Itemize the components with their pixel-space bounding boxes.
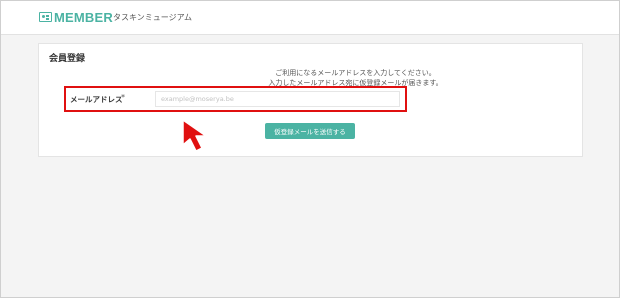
site-logo[interactable]: MEMBER xyxy=(39,9,113,25)
help-text: ご利用になるメールアドレスを入力してください。 入力したメールアドレス宛に仮登録… xyxy=(39,68,582,88)
arrow-cursor-icon xyxy=(182,119,207,152)
browser-frame: MEMBER タスキンミュージアム 会員登録 ご利用になるメールアドレスを入力し… xyxy=(0,0,620,298)
site-header: MEMBER タスキンミュージアム xyxy=(1,1,619,35)
email-highlight-box xyxy=(64,86,407,112)
page-title: 会員登録 xyxy=(49,54,86,64)
museum-name: タスキンミュージアム xyxy=(113,13,193,22)
send-provisional-email-button[interactable]: 仮登録メールを送信する xyxy=(265,123,355,139)
logo-text: MEMBER xyxy=(54,9,113,25)
member-card-icon xyxy=(39,12,52,22)
help-text-line-1: ご利用になるメールアドレスを入力してください。 xyxy=(275,69,436,77)
